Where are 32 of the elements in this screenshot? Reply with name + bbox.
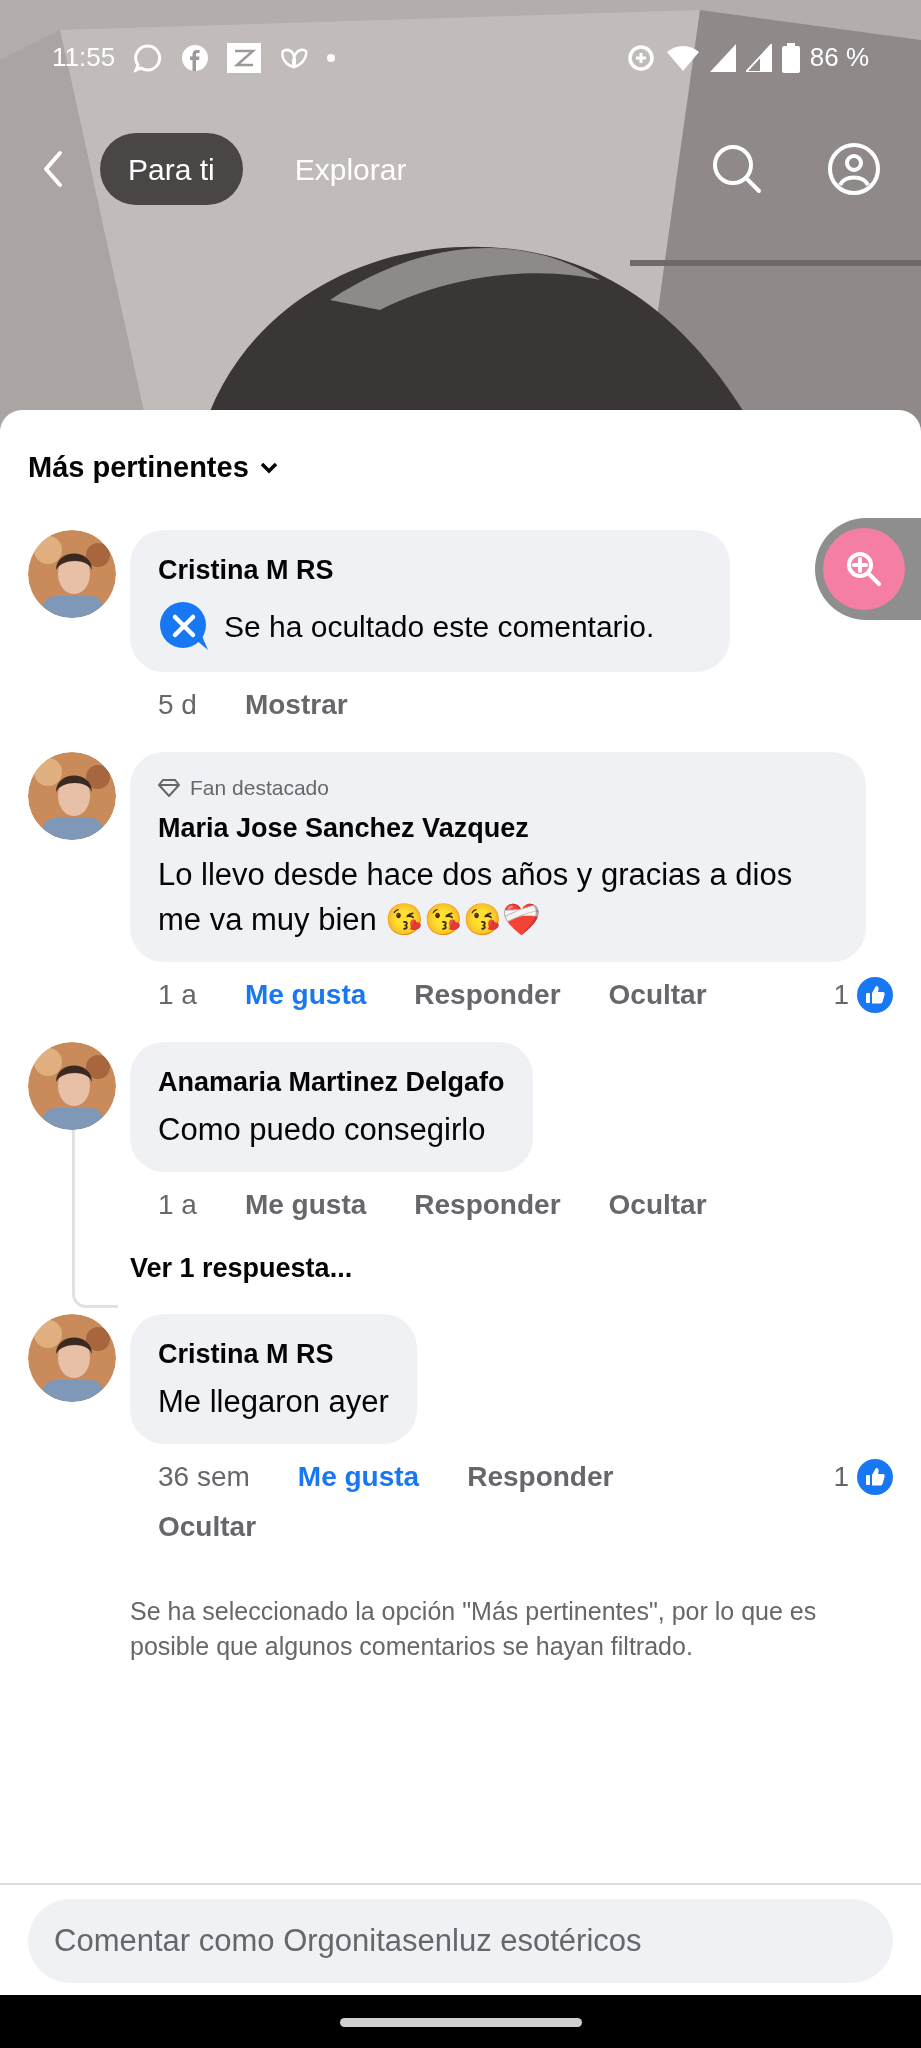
author-name[interactable]: Cristina M RS — [158, 549, 702, 590]
reaction-count: 1 — [833, 1459, 849, 1494]
comment-field[interactable]: Comentar como Orgonitasenluz esotéricos — [28, 1899, 893, 1983]
tab[interactable]: Para ti — [100, 133, 243, 205]
author-name[interactable]: Maria Jose Sanchez Vazquez — [158, 807, 838, 848]
comment-time: 1 a — [158, 978, 197, 1012]
like-button[interactable]: Me gusta — [244, 974, 367, 1016]
badge-label: Fan destacado — [190, 775, 329, 801]
action-link[interactable]: Responder — [467, 1455, 614, 1498]
action-link[interactable]: Ocultar — [158, 1505, 257, 1548]
author-name[interactable]: Anamaria Martinez Delgafo — [158, 1062, 505, 1103]
action-link[interactable]: Ocultar — [608, 1183, 707, 1226]
comment-text: Se ha ocultado este comentario. — [224, 608, 655, 645]
author-name[interactable]: Cristina M RS — [158, 1334, 389, 1375]
action-link[interactable]: Ocultar — [608, 974, 707, 1016]
sort-label[interactable]: Más pertinentes — [28, 446, 249, 490]
comment-text: Lo llevo desde hace dos años y gracias a dios me va muy bien 😘😘😘❤‍🩹 — [158, 856, 794, 939]
filter-note: Se ha seleccionado la opción "Más pertinentes", por lo que es posible que algunos comentarios se hayan filtrado. — [130, 1595, 818, 1662]
battery-level: 86 % — [809, 41, 869, 74]
comment-time: 36 sem — [158, 1459, 250, 1494]
action-link[interactable]: Mostrar — [244, 684, 348, 726]
comment-text: Como puedo consegirlo — [158, 1110, 487, 1149]
comment-text: Me llegaron ayer — [158, 1382, 389, 1421]
clock: 11:55 — [52, 41, 116, 74]
comment-time: 1 a — [158, 1187, 197, 1222]
view-replies-link[interactable]: Ver 1 respuesta... — [130, 1247, 893, 1288]
action-link[interactable]: Responder — [414, 1183, 561, 1226]
comment-time: 5 d — [158, 688, 197, 722]
reaction-count: 1 — [833, 978, 849, 1012]
action-link[interactable]: Responder — [414, 974, 561, 1016]
like-button[interactable]: Me gusta — [244, 1183, 367, 1226]
like-button[interactable]: Me gusta — [297, 1455, 420, 1498]
